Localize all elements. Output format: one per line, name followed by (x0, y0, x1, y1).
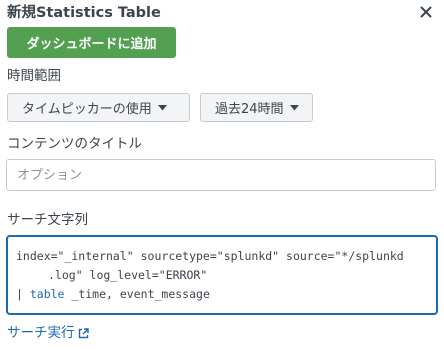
caret-down-icon (157, 104, 167, 111)
search-string-label: サーチ文字列 (7, 212, 88, 228)
time-range-label: 時間範囲 (7, 68, 61, 84)
add-to-dashboard-button[interactable]: ダッシュボードに追加 (7, 27, 176, 58)
caret-down-icon (289, 104, 299, 111)
search-string-editor[interactable]: index="_internal" sourcetype="splunkd" s… (6, 235, 438, 315)
time-preset-dropdown[interactable]: 過去24時間 (200, 93, 313, 122)
content-title-label: コンテンツのタイトル (7, 136, 142, 152)
search-command-args: _time, event_message (64, 287, 210, 301)
search-command-keyword: table (29, 287, 65, 301)
dialog-title: 新規Statistics Table (7, 5, 161, 21)
new-statistics-table-dialog: 新規Statistics Table ダッシュボードに追加 時間範囲 タイムピッ… (0, 0, 444, 350)
search-line-2: .log" log_level="ERROR" (48, 268, 208, 282)
search-line-1: index="_internal" sourcetype="splunkd" s… (16, 249, 404, 263)
time-picker-dropdown[interactable]: タイムピッカーの使用 (7, 93, 190, 122)
run-search-link[interactable]: サーチ実行 (7, 324, 89, 342)
pipe-symbol: | (16, 287, 30, 301)
close-button[interactable] (416, 2, 436, 22)
time-picker-label: タイムピッカーの使用 (22, 102, 152, 117)
close-icon (420, 3, 432, 22)
content-title-input[interactable] (6, 159, 436, 191)
run-search-label: サーチ実行 (7, 325, 75, 341)
time-preset-label: 過去24時間 (215, 102, 284, 117)
search-line-3: | table _time, event_message (16, 285, 428, 304)
external-link-icon (78, 327, 89, 339)
